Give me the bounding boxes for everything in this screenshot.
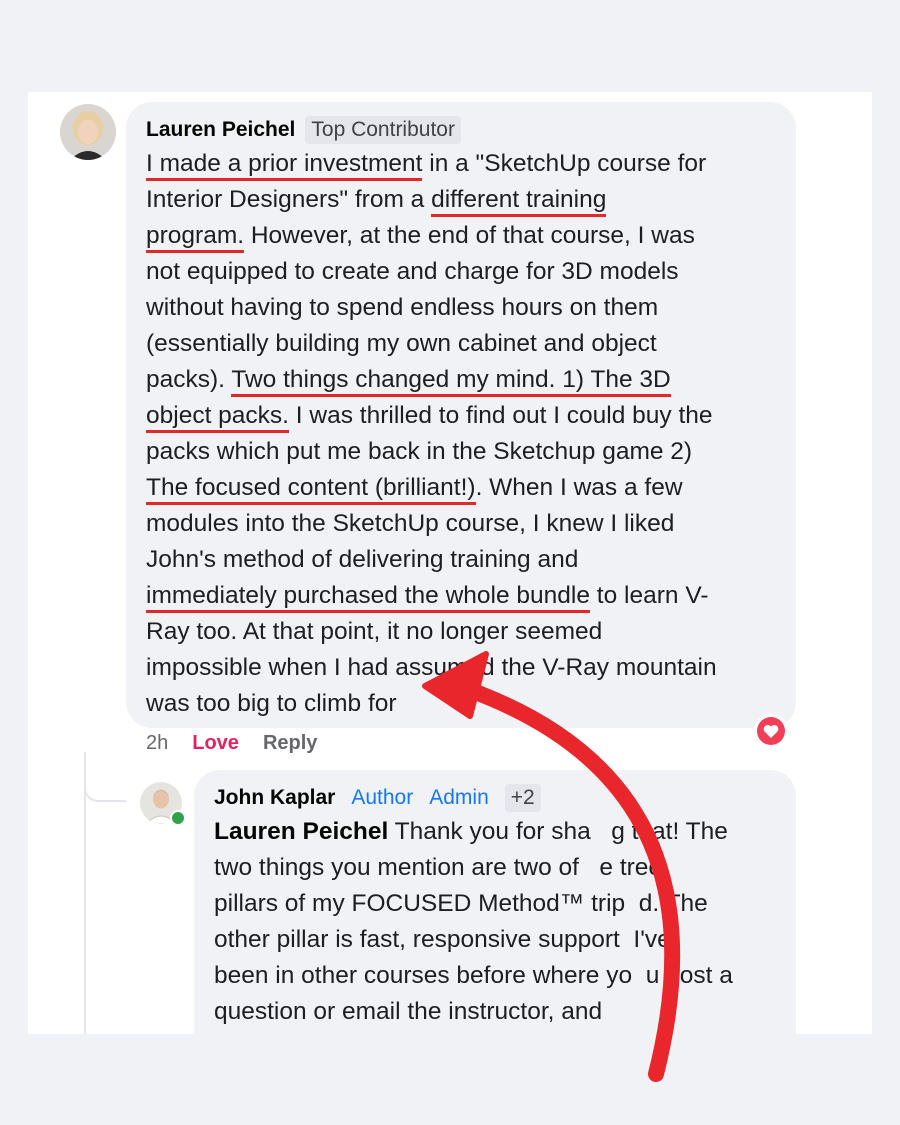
comment-text-segment: (essentially building my own cabinet and… <box>146 330 657 357</box>
comment-text-segment: John's method of delivering training and <box>146 546 579 573</box>
underlined-text: Two things changed my mind. 1) The 3D <box>231 366 671 397</box>
comment-text-segment: However, at the end of that course, I wa… <box>244 222 695 249</box>
comment-line: Interior Designers" from a different tra… <box>146 182 717 218</box>
underlined-text: program. <box>146 222 245 253</box>
comment-text-segment: Ray too. At that point, it no longer see… <box>146 618 603 645</box>
underlined-text: immediately purchased the whole bundle <box>146 582 590 613</box>
reply-text: Lauren Peichel Thank you for sha g that!… <box>214 814 733 1030</box>
comment-text: I made a prior investment in a "SketchUp… <box>146 146 717 722</box>
comment-line: Ray too. At that point, it no longer see… <box>146 614 717 650</box>
reply-line: other pillar is fast, responsive support… <box>214 922 733 958</box>
lauren-avatar[interactable] <box>60 104 116 160</box>
comment-text-segment: impossible when I had assumed the V-Ray … <box>146 654 717 681</box>
comment-line: object packs. I was thrilled to find out… <box>146 398 717 434</box>
reply-line: question or email the instructor, and <box>214 994 733 1030</box>
reply-button[interactable]: Reply <box>263 732 317 755</box>
comment-text-segment: not equipped to create and charge for 3D… <box>146 258 679 285</box>
comment-bubble-john: John Kaplar Author Admin +2 Lauren Peich… <box>194 770 796 1034</box>
heart-icon[interactable] <box>754 714 788 748</box>
reply-line: pillars of my FOCUSED Method™ trip d. Th… <box>214 886 733 922</box>
reply-author[interactable]: John Kaplar <box>214 786 335 810</box>
comment-line: was too big to climb for <box>146 686 717 722</box>
comment-line: packs). Two things changed my mind. 1) T… <box>146 362 717 398</box>
comment-line: I made a prior investment in a "SketchUp… <box>146 146 717 182</box>
reply-text-segment: Thank you for sha g that! The <box>388 818 728 845</box>
reply-text-segment: been in other courses before where yo u … <box>214 962 733 989</box>
love-reaction-button[interactable]: Love <box>192 732 239 755</box>
comment-text-segment: packs). <box>146 366 232 393</box>
comment-line: not equipped to create and charge for 3D… <box>146 254 717 290</box>
comment-line: impossible when I had assumed the V-Ray … <box>146 650 717 686</box>
reply-text-segment: other pillar is fast, responsive support… <box>214 926 671 953</box>
comment-line: immediately purchased the whole bundle t… <box>146 578 717 614</box>
comment-line: without having to spend endless hours on… <box>146 290 717 326</box>
reply-line: two things you mention are two of e tree <box>214 850 733 886</box>
comment-text-segment: modules into the SketchUp course, I knew… <box>146 510 675 537</box>
underlined-text: different training <box>431 186 607 217</box>
comment-line: The focused content (brilliant!). When I… <box>146 470 717 506</box>
underlined-text: The focused content (brilliant!) <box>146 474 476 505</box>
comment-text-segment: in a "SketchUp course for <box>422 150 707 177</box>
reply-line: Lauren Peichel Thank you for sha g that!… <box>214 814 733 850</box>
more-badges[interactable]: +2 <box>504 784 541 812</box>
comment-text-segment: was too big to climb for <box>146 690 397 717</box>
comment-text-segment: without having to spend endless hours on… <box>146 294 659 321</box>
comment-actions: 2h Love Reply <box>146 732 317 755</box>
comment-bubble-lauren: Lauren Peichel Top Contributor I made a … <box>126 102 796 728</box>
reply-text-segment: two things you mention are two of e tree <box>214 854 663 881</box>
comment-line: packs which put me back in the Sketchup … <box>146 434 717 470</box>
admin-badge: Admin <box>429 786 489 809</box>
comment-line: program. However, at the end of that cou… <box>146 218 717 254</box>
comment-text-segment: . When I was a few <box>475 474 683 501</box>
underlined-text: I made a prior investment <box>146 150 423 181</box>
timestamp[interactable]: 2h <box>146 732 168 755</box>
comment-line: modules into the SketchUp course, I knew… <box>146 506 717 542</box>
top-contributor-badge: Top Contributor <box>305 116 461 144</box>
underlined-text: object packs. <box>146 402 289 433</box>
author-badge: Author <box>351 786 414 809</box>
comment-text-segment: packs which put me back in the Sketchup … <box>146 438 693 465</box>
thread-connector <box>84 772 126 802</box>
mention-link[interactable]: Lauren Peichel <box>214 818 388 845</box>
comment-line: (essentially building my own cabinet and… <box>146 326 717 362</box>
comment-text-segment: Interior Designers" from a <box>146 186 432 213</box>
reply-text-segment: pillars of my FOCUSED Method™ trip d. Th… <box>214 890 708 917</box>
reply-text-segment: question or email the instructor, and <box>214 998 603 1025</box>
comment-text-segment: to learn V- <box>590 582 709 609</box>
reply-line: been in other courses before where yo u … <box>214 958 733 994</box>
comment-author[interactable]: Lauren Peichel <box>146 118 295 142</box>
comments-panel: Lauren Peichel Top Contributor I made a … <box>28 92 872 1034</box>
comment-line: John's method of delivering training and <box>146 542 717 578</box>
comment-text-segment: I was thrilled to find out I could buy t… <box>289 402 713 429</box>
online-dot-icon <box>170 810 186 826</box>
